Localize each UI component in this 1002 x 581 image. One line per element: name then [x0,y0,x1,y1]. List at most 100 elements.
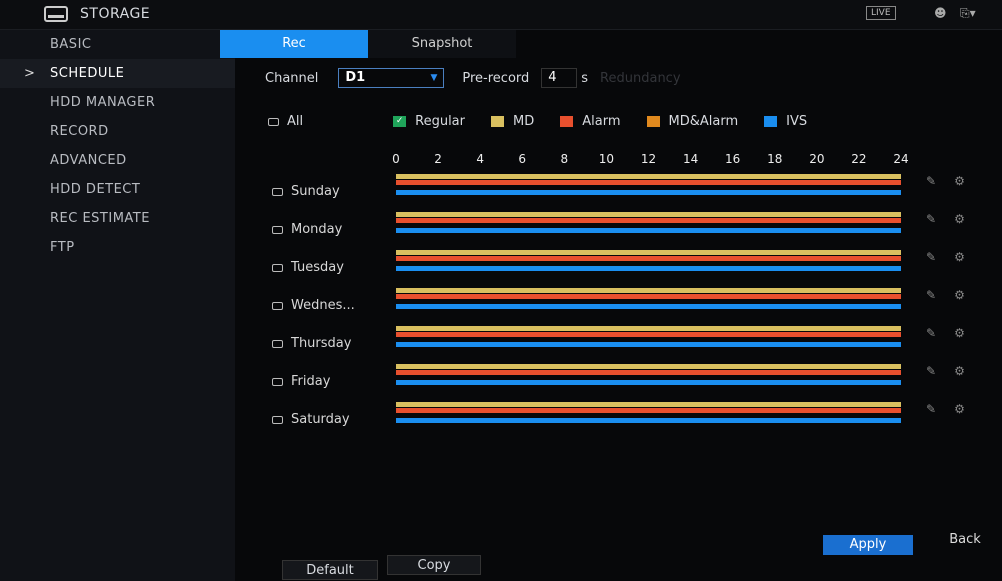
gear-icon[interactable]: ⚙ [954,174,965,188]
day-actions: ✎ ⚙ [926,402,965,416]
sidebar-item-label: RECORD [50,124,109,139]
period-bar-alarm[interactable] [396,408,901,413]
logout-icon[interactable]: ⎘▾ [960,6,976,21]
legend-item-md-alarm[interactable]: MD&Alarm [646,114,739,129]
period-bar-md[interactable] [396,326,901,331]
period-bar-alarm[interactable] [396,370,901,375]
legend-item-alarm[interactable]: Alarm [560,114,621,129]
day-timeline[interactable] [396,174,901,204]
legend-item-regular[interactable]: ✓ Regular [393,114,465,129]
channel-row: Channel D1 ▼ Pre-record 4 s Redundancy [265,68,681,88]
period-bar-alarm[interactable] [396,256,901,261]
eraser-icon[interactable]: ✎ [926,174,936,188]
checkbox-icon[interactable] [272,225,283,234]
sidebar-item-basic[interactable]: BASIC [0,30,235,59]
hour-axis: 0 2 4 6 8 10 12 14 16 18 20 22 24 [390,152,908,168]
gear-icon[interactable]: ⚙ [954,250,965,264]
period-bar-md[interactable] [396,174,901,179]
eraser-icon[interactable]: ✎ [926,326,936,340]
day-row-1: Monday [272,222,392,237]
period-bar-alarm[interactable] [396,180,901,185]
day-timeline[interactable] [396,212,901,242]
period-bar-ivs[interactable] [396,228,901,233]
gear-icon[interactable]: ⚙ [954,326,965,340]
tab-snapshot[interactable]: Snapshot [368,30,516,58]
user-icon[interactable]: ☻ [934,6,947,20]
sidebar-item-advanced[interactable]: ADVANCED [0,146,235,175]
period-bar-alarm[interactable] [396,332,901,337]
sidebar: BASIC > SCHEDULE HDD MANAGER RECORD ADVANCED H… [0,30,235,581]
channel-select[interactable]: D1 ▼ [338,68,445,88]
legend-label: MD&Alarm [668,114,739,129]
gear-icon[interactable]: ⚙ [954,288,965,302]
eraser-icon[interactable]: ✎ [926,288,936,302]
default-button[interactable]: Default [282,560,378,580]
day-timeline[interactable] [396,364,901,394]
period-bar-md[interactable] [396,402,901,407]
eraser-icon[interactable]: ✎ [926,402,936,416]
legend-item-md[interactable]: MD [491,114,534,129]
eraser-icon[interactable]: ✎ [926,212,936,226]
apply-button[interactable]: Apply [823,535,913,555]
hour-tick-label: 4 [476,152,484,166]
day-timeline[interactable] [396,250,901,280]
all-checkbox[interactable]: All [268,114,303,129]
day-row-6: Saturday [272,412,392,427]
sidebar-item-label: HDD DETECT [50,182,141,197]
period-bar-alarm[interactable] [396,294,901,299]
prerecord-input[interactable]: 4 [541,68,578,88]
checkbox-icon[interactable] [272,263,283,272]
legend: All ✓ Regular MD Alarm MD&Alarm IVS [268,114,807,129]
period-bar-md[interactable] [396,250,901,255]
tab-rec[interactable]: Rec [220,30,368,58]
checkbox-icon[interactable] [272,339,283,348]
sidebar-item-rec-estimate[interactable]: REC ESTIMATE [0,204,235,233]
redundancy-checkbox-label: Redundancy [600,70,681,86]
sidebar-item-record[interactable]: RECORD [0,117,235,146]
gear-icon[interactable]: ⚙ [954,364,965,378]
period-bar-ivs[interactable] [396,380,901,385]
eraser-icon[interactable]: ✎ [926,364,936,378]
period-bar-ivs[interactable] [396,190,901,195]
chevron-right-icon: > [24,66,36,81]
day-label: Friday [291,374,331,389]
hour-tick-label: 12 [640,152,657,166]
eraser-icon[interactable]: ✎ [926,250,936,264]
period-bar-md[interactable] [396,288,901,293]
back-button[interactable]: Back [938,530,992,550]
day-label: Saturday [291,412,350,427]
sidebar-item-schedule[interactable]: > SCHEDULE [0,59,235,88]
period-bar-ivs[interactable] [396,342,901,347]
color-swatch-icon [646,116,660,127]
sidebar-item-hdd-detect[interactable]: HDD DETECT [0,175,235,204]
day-actions: ✎ ⚙ [926,174,965,188]
period-bar-md[interactable] [396,212,901,217]
hour-tick-label: 16 [725,152,741,166]
day-timeline[interactable] [396,402,901,432]
period-bar-ivs[interactable] [396,304,901,309]
checkbox-icon[interactable] [272,415,283,424]
day-actions: ✎ ⚙ [926,326,965,340]
checkbox-icon[interactable] [272,377,283,386]
live-button[interactable]: LIVE [866,6,896,20]
copy-button[interactable]: Copy [387,555,481,575]
legend-item-ivs[interactable]: IVS [764,114,807,129]
sidebar-item-label: SCHEDULE [50,66,125,81]
legend-label: IVS [786,114,808,129]
gear-icon[interactable]: ⚙ [954,402,965,416]
sidebar-item-ftp[interactable]: FTP [0,233,235,262]
day-label: Thursday [291,336,352,351]
period-bar-md[interactable] [396,364,901,369]
checkbox-icon[interactable] [272,187,283,196]
period-bar-ivs[interactable] [396,418,901,423]
gear-icon[interactable]: ⚙ [954,212,965,226]
period-bar-alarm[interactable] [396,218,901,223]
period-bar-ivs[interactable] [396,266,901,271]
day-timeline[interactable] [396,288,901,318]
sidebar-item-hdd-manager[interactable]: HDD MANAGER [0,88,235,117]
day-label: Tuesday [291,260,344,275]
day-actions: ✎ ⚙ [926,288,965,302]
color-swatch-icon [764,116,778,127]
day-timeline[interactable] [396,326,901,356]
checkbox-icon[interactable] [272,301,283,310]
